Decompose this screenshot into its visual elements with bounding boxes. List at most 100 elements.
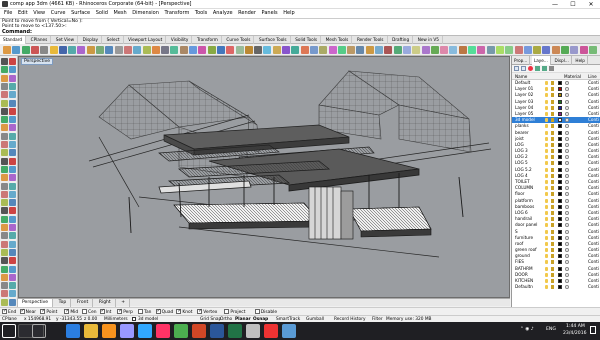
material-circle-icon[interactable] xyxy=(565,266,569,271)
checkbox-icon[interactable] xyxy=(19,308,25,314)
sketchup-icon[interactable] xyxy=(264,324,278,338)
material-circle-icon[interactable] xyxy=(565,279,569,283)
toolbar-tool-icon[interactable] xyxy=(198,46,207,54)
tab-top[interactable]: Top xyxy=(55,299,72,307)
side-tool-icon[interactable] xyxy=(9,107,16,115)
layer-color-swatch[interactable] xyxy=(558,118,562,123)
language-indicator[interactable]: ENG xyxy=(546,327,556,332)
material-circle-icon[interactable] xyxy=(565,198,569,203)
menu-help[interactable]: Help xyxy=(283,9,294,18)
chrome-icon[interactable] xyxy=(174,324,188,338)
toolbar-tool-icon[interactable] xyxy=(384,46,393,54)
lightbulb-icon[interactable] xyxy=(545,235,548,240)
lightbulb-icon[interactable] xyxy=(545,204,548,209)
toolbar-tool-icon[interactable] xyxy=(551,46,560,54)
new-sublayer-icon[interactable] xyxy=(521,66,526,71)
layer-color-swatch[interactable] xyxy=(558,167,562,172)
lock-icon[interactable] xyxy=(551,111,554,116)
checkbox-icon[interactable] xyxy=(2,308,7,314)
close-button[interactable]: ✕ xyxy=(582,0,600,9)
lightbulb-icon[interactable] xyxy=(545,81,548,85)
maximize-button[interactable]: ☐ xyxy=(564,0,582,9)
lock-icon[interactable] xyxy=(551,272,554,277)
side-tool-icon[interactable] xyxy=(9,290,16,298)
toolbar-tool-icon[interactable] xyxy=(356,46,365,54)
perspective-viewport[interactable]: Perspective xyxy=(18,56,510,298)
toolbar-tool-icon[interactable] xyxy=(561,46,569,54)
side-tool-icon[interactable] xyxy=(1,141,8,148)
lock-icon[interactable] xyxy=(551,260,554,265)
toolbar-tool-icon[interactable] xyxy=(151,46,160,54)
move-down-icon[interactable] xyxy=(542,66,547,71)
layer-color-swatch[interactable] xyxy=(558,111,562,116)
toolbar-tool-icon[interactable] xyxy=(570,46,579,54)
layer-color-swatch[interactable] xyxy=(558,105,562,110)
side-tool-icon[interactable] xyxy=(1,215,8,223)
material-circle-icon[interactable] xyxy=(565,285,569,290)
lightbulb-icon[interactable] xyxy=(545,161,548,166)
side-tool-icon[interactable] xyxy=(1,132,8,140)
clock-time[interactable]: 1:44 AM xyxy=(566,324,585,329)
column-linetype[interactable]: Line xyxy=(588,74,597,79)
side-tool-icon[interactable] xyxy=(9,199,16,207)
toolbar-tool-icon[interactable] xyxy=(337,46,346,54)
material-circle-icon[interactable] xyxy=(565,210,569,215)
lightbulb-icon[interactable] xyxy=(545,186,548,191)
lightbulb-icon[interactable] xyxy=(545,272,548,277)
toolbar-tool-icon[interactable] xyxy=(393,46,402,54)
tab-new-in-v5[interactable]: New in V5 xyxy=(415,36,443,44)
lock-icon[interactable] xyxy=(551,248,554,253)
lock-icon[interactable] xyxy=(551,161,554,166)
toolbar-tool-icon[interactable] xyxy=(263,46,272,54)
lightbulb-icon[interactable] xyxy=(545,142,548,147)
lock-icon[interactable] xyxy=(551,223,554,228)
layer-color-swatch[interactable] xyxy=(558,180,562,184)
tray-icons[interactable]: ⌃ ◉ ♪ xyxy=(520,327,534,332)
toolbar-tool-icon[interactable] xyxy=(412,46,421,54)
side-tool-icon[interactable] xyxy=(1,298,8,306)
material-circle-icon[interactable] xyxy=(565,241,569,246)
side-tool-icon[interactable] xyxy=(1,207,8,215)
lock-icon[interactable] xyxy=(551,254,554,259)
lightbulb-icon[interactable] xyxy=(545,254,548,259)
lightbulb-icon[interactable] xyxy=(545,223,548,228)
side-tool-icon[interactable] xyxy=(9,273,16,281)
windows-logo-icon[interactable] xyxy=(2,324,16,338)
lock-icon[interactable] xyxy=(551,81,554,85)
layer-color-swatch[interactable] xyxy=(558,285,562,290)
material-circle-icon[interactable] xyxy=(565,136,569,141)
toolbar-tool-icon[interactable] xyxy=(86,46,95,54)
side-tool-icon[interactable] xyxy=(9,74,16,82)
material-circle-icon[interactable] xyxy=(565,161,569,166)
lightbulb-icon[interactable] xyxy=(545,93,548,98)
lock-icon[interactable] xyxy=(551,180,554,184)
menu-render[interactable]: Render xyxy=(238,9,256,18)
side-tool-icon[interactable] xyxy=(9,265,16,273)
illustrator-icon[interactable] xyxy=(102,324,116,338)
toolbar-tool-icon[interactable] xyxy=(244,46,253,54)
layer-color-swatch[interactable] xyxy=(558,279,562,283)
lock-icon[interactable] xyxy=(551,235,554,240)
material-circle-icon[interactable] xyxy=(565,192,569,197)
tab-visibility[interactable]: Visibility xyxy=(168,36,193,44)
toolbar-tool-icon[interactable] xyxy=(170,46,179,54)
word-icon[interactable] xyxy=(210,324,224,338)
lock-icon[interactable] xyxy=(551,266,554,271)
lightbulb-icon[interactable] xyxy=(545,248,548,253)
task-view-icon[interactable] xyxy=(32,324,46,338)
tab-perspective[interactable]: Perspective xyxy=(18,299,54,307)
toolbar-tool-icon[interactable] xyxy=(375,46,383,54)
layer-color-swatch[interactable] xyxy=(558,260,562,265)
side-tool-icon[interactable] xyxy=(1,116,8,124)
toolbar-tool-icon[interactable] xyxy=(40,46,49,54)
material-circle-icon[interactable] xyxy=(565,260,569,265)
notifications-icon[interactable] xyxy=(590,326,596,334)
menu-edit[interactable]: Edit xyxy=(18,9,28,18)
material-circle-icon[interactable] xyxy=(565,93,569,98)
material-circle-icon[interactable] xyxy=(565,124,569,129)
layer-color-swatch[interactable] xyxy=(558,124,562,129)
lock-icon[interactable] xyxy=(551,229,554,234)
menu-mesh[interactable]: Mesh xyxy=(114,9,127,18)
menu-solid[interactable]: Solid xyxy=(96,9,108,18)
side-tool-icon[interactable] xyxy=(1,248,8,256)
